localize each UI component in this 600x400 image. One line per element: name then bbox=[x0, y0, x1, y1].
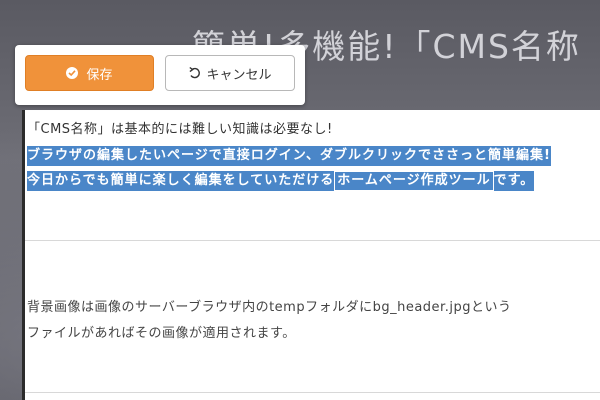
page: 簡単!多機能!「CMS名称 「CMS名称」は基本的には難しい知識は必要なし! ブ… bbox=[0, 0, 600, 400]
content-paragraph-line-1[interactable]: 背景画像は画像のサーバーブラウザ内のtempフォルダにbg_header.jpg… bbox=[27, 296, 511, 315]
selected-text[interactable]: ブラウザの編集したいページで直接ログイン、ダブルクリックでささっと簡単編集! bbox=[27, 146, 551, 166]
section-divider bbox=[25, 240, 600, 241]
cancel-button-label: キャンセル bbox=[206, 67, 272, 83]
selected-text[interactable]: 今日からでも簡単に楽しく編集をしていただける bbox=[27, 171, 335, 191]
content-paragraph-line-2[interactable]: ファイルがあればその画像が適用されます。 bbox=[27, 322, 296, 341]
save-button-label: 保存 bbox=[86, 67, 113, 83]
selected-strong-text[interactable]: ホームページ作成ツール bbox=[334, 171, 494, 191]
content-line-1[interactable]: 「CMS名称」は基本的には難しい知識は必要なし! bbox=[27, 118, 333, 137]
undo-icon bbox=[188, 66, 202, 80]
selected-text[interactable]: です。 bbox=[493, 171, 535, 191]
section-divider bbox=[25, 392, 600, 393]
cancel-button[interactable]: キャンセル bbox=[165, 55, 295, 91]
content-line-3[interactable]: 今日からでも簡単に楽しく編集をしていただける ホームページ作成ツール です。 bbox=[27, 169, 535, 191]
editable-content-area[interactable]: 「CMS名称」は基本的には難しい知識は必要なし! ブラウザの編集したいページで直… bbox=[22, 110, 600, 400]
save-button[interactable]: 保存 bbox=[25, 55, 154, 91]
edit-toolbar: 保存 キャンセル bbox=[15, 45, 305, 105]
content-line-2[interactable]: ブラウザの編集したいページで直接ログイン、ダブルクリックでささっと簡単編集! bbox=[27, 144, 551, 166]
check-circle-icon bbox=[66, 67, 79, 79]
